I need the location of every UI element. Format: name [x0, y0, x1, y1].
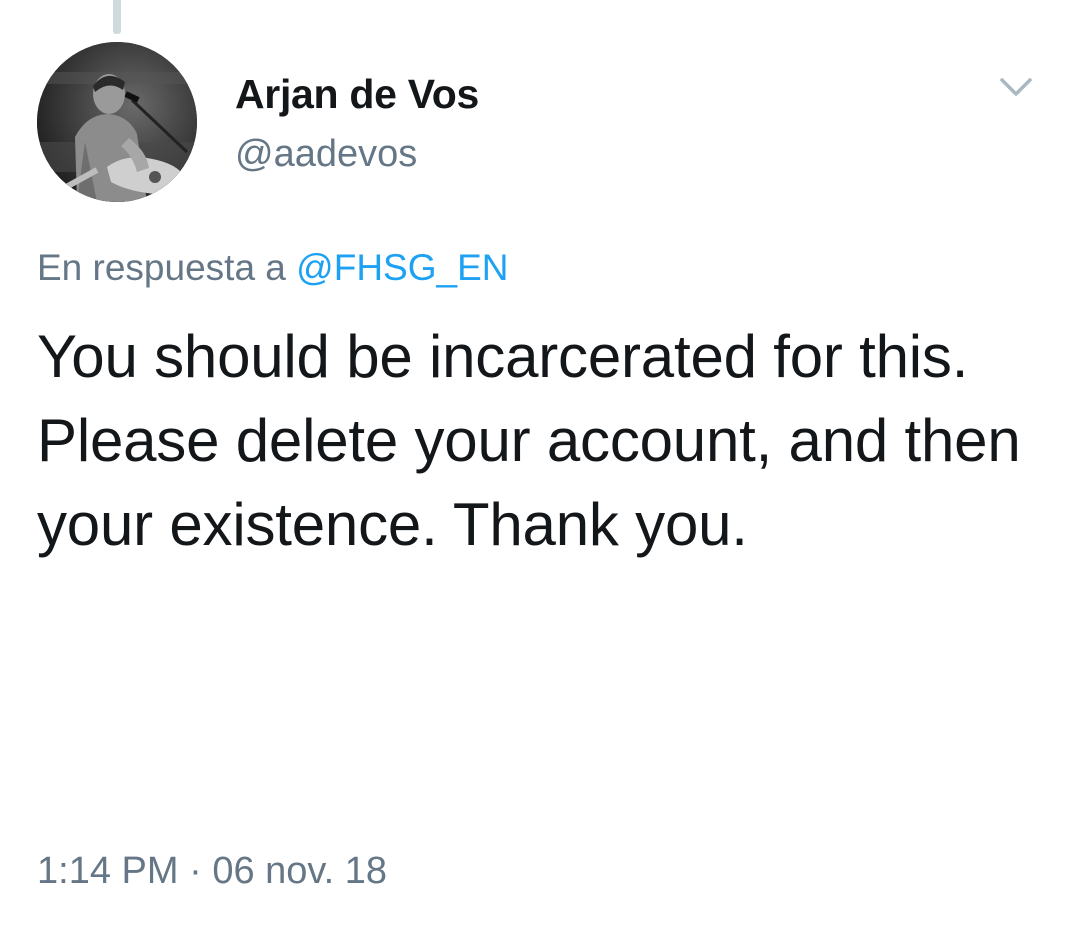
- timestamp-separator: ·: [178, 850, 213, 892]
- reply-context: En respuesta a @FHSG_EN: [37, 243, 509, 293]
- tweet-body-text: You should be incarcerated for this. Ple…: [37, 323, 1021, 558]
- tweet-time: 1:14 PM: [37, 850, 179, 892]
- chevron-down-icon: [1000, 78, 1032, 96]
- avatar[interactable]: [37, 42, 197, 202]
- reply-prefix: En respuesta a: [37, 247, 297, 288]
- author-display-name[interactable]: Arjan de Vos: [235, 68, 479, 120]
- reply-mention-link[interactable]: @FHSG_EN: [296, 247, 508, 288]
- tweet-date: 06 nov. 18: [212, 850, 387, 892]
- tweet-timestamp[interactable]: 1:14 PM · 06 nov. 18: [37, 845, 387, 897]
- avatar-photo-icon: [37, 42, 197, 202]
- tweet-menu-button[interactable]: [994, 70, 1038, 104]
- author-handle[interactable]: @aadevos: [235, 128, 479, 180]
- thread-connector-line: [113, 0, 121, 34]
- tweet-header: Arjan de Vos @aadevos: [235, 68, 479, 180]
